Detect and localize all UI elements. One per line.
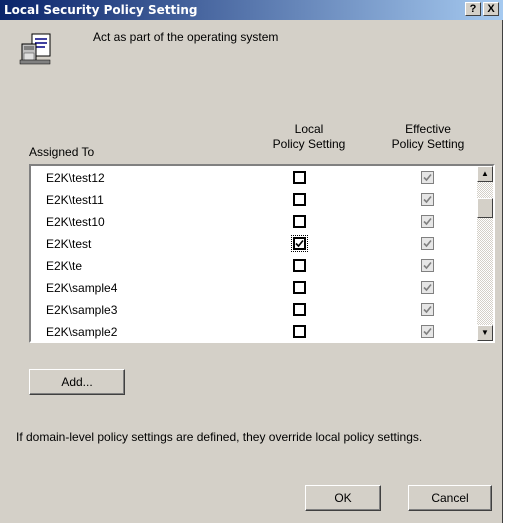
assigned-user: E2K\test10: [46, 215, 105, 229]
local-policy-checkbox[interactable]: [293, 325, 306, 338]
effective-policy-checkbox: [421, 303, 434, 316]
close-button[interactable]: X: [483, 2, 499, 16]
scroll-thumb[interactable]: [477, 198, 493, 218]
list-scrollbar[interactable]: ▲ ▼: [477, 166, 493, 341]
table-row[interactable]: E2K\sample3: [31, 300, 479, 320]
effective-policy-checkbox: [421, 215, 434, 228]
assigned-user: E2K\te: [46, 259, 83, 273]
effective-policy-checkbox: [421, 193, 434, 206]
policy-document-icon: [19, 33, 51, 65]
local-policy-checkbox[interactable]: [293, 171, 306, 184]
column-header-effective-policy[interactable]: Effective Policy Setting: [380, 122, 476, 152]
assigned-users-list[interactable]: E2K\test12 E2K\test11 E2K\test10 E2K\test E2…: [29, 164, 495, 343]
assigned-user: E2K\test11: [46, 193, 104, 207]
local-policy-checkbox[interactable]: [293, 215, 306, 228]
effective-policy-checkbox: [421, 171, 434, 184]
title-bar[interactable]: Local Security Policy Setting ? X: [0, 0, 503, 20]
table-row[interactable]: E2K\test: [31, 234, 479, 254]
scroll-up-button[interactable]: ▲: [477, 166, 493, 182]
table-row[interactable]: E2K\test12: [31, 168, 479, 188]
effective-policy-checkbox: [421, 325, 434, 338]
add-button[interactable]: Add...: [29, 369, 125, 395]
help-button[interactable]: ?: [465, 2, 481, 16]
local-policy-checkbox[interactable]: [293, 193, 306, 206]
local-policy-checkbox[interactable]: [293, 303, 306, 316]
assigned-user: E2K\sample3: [46, 303, 118, 317]
assigned-user: E2K\test12: [46, 171, 105, 185]
setting-name: Act as part of the operating system: [93, 30, 279, 44]
policy-dialog: Local Security Policy Setting ? X Act as…: [0, 0, 503, 523]
domain-override-note: If domain-level policy settings are defi…: [16, 430, 423, 444]
assigned-user: E2K\test: [46, 237, 92, 251]
assigned-user: E2K\sample2: [46, 325, 118, 339]
table-row[interactable]: E2K\test10: [31, 212, 479, 232]
table-row[interactable]: E2K\sample2: [31, 322, 479, 341]
effective-policy-checkbox: [421, 259, 434, 272]
effective-policy-checkbox: [421, 281, 434, 294]
ok-button[interactable]: OK: [305, 485, 381, 511]
column-header-local-policy[interactable]: Local Policy Setting: [264, 122, 354, 152]
column-header-assigned-to[interactable]: Assigned To: [29, 145, 94, 160]
table-row[interactable]: E2K\test11: [31, 190, 479, 210]
local-policy-checkbox[interactable]: [293, 281, 306, 294]
window-title: Local Security Policy Setting: [4, 3, 198, 17]
table-row[interactable]: E2K\te: [31, 256, 479, 276]
local-policy-checkbox[interactable]: [293, 259, 306, 272]
local-policy-checkbox[interactable]: [291, 235, 308, 252]
scroll-down-button[interactable]: ▼: [477, 325, 493, 341]
table-row[interactable]: E2K\sample4: [31, 278, 479, 298]
cancel-button[interactable]: Cancel: [408, 485, 492, 511]
effective-policy-checkbox: [421, 237, 434, 250]
assigned-user: E2K\sample4: [46, 281, 118, 295]
